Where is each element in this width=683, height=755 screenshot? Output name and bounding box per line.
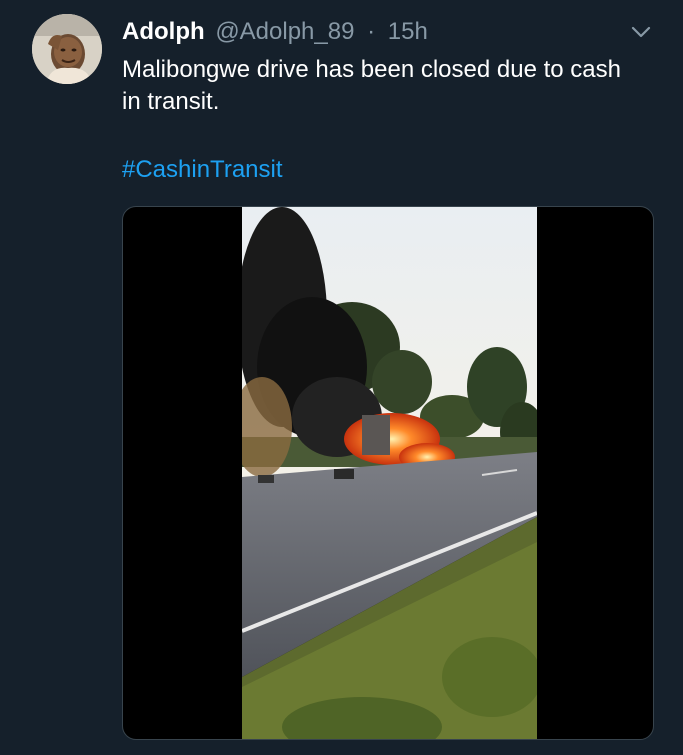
video-player[interactable] xyxy=(122,206,654,740)
timestamp[interactable]: 15h xyxy=(388,18,428,45)
more-options-button[interactable] xyxy=(629,22,653,42)
hashtag-link[interactable]: #CashinTransit xyxy=(122,154,283,186)
tweet-header: Adolph @Adolph_89 · 15h xyxy=(122,16,428,48)
author-handle[interactable]: @Adolph_89 xyxy=(215,18,354,45)
video-frame xyxy=(232,207,544,739)
author-name[interactable]: Adolph xyxy=(122,18,205,45)
tweet[interactable]: Adolph @Adolph_89 · 15h Malibongwe drive… xyxy=(0,0,683,755)
chevron-down-icon xyxy=(631,26,651,38)
avatar-photo-icon xyxy=(32,14,102,84)
separator-dot: · xyxy=(367,18,376,45)
video-thumbnail xyxy=(232,207,544,739)
tweet-text: Malibongwe drive has been closed due to … xyxy=(122,56,621,115)
avatar[interactable] xyxy=(32,14,102,84)
